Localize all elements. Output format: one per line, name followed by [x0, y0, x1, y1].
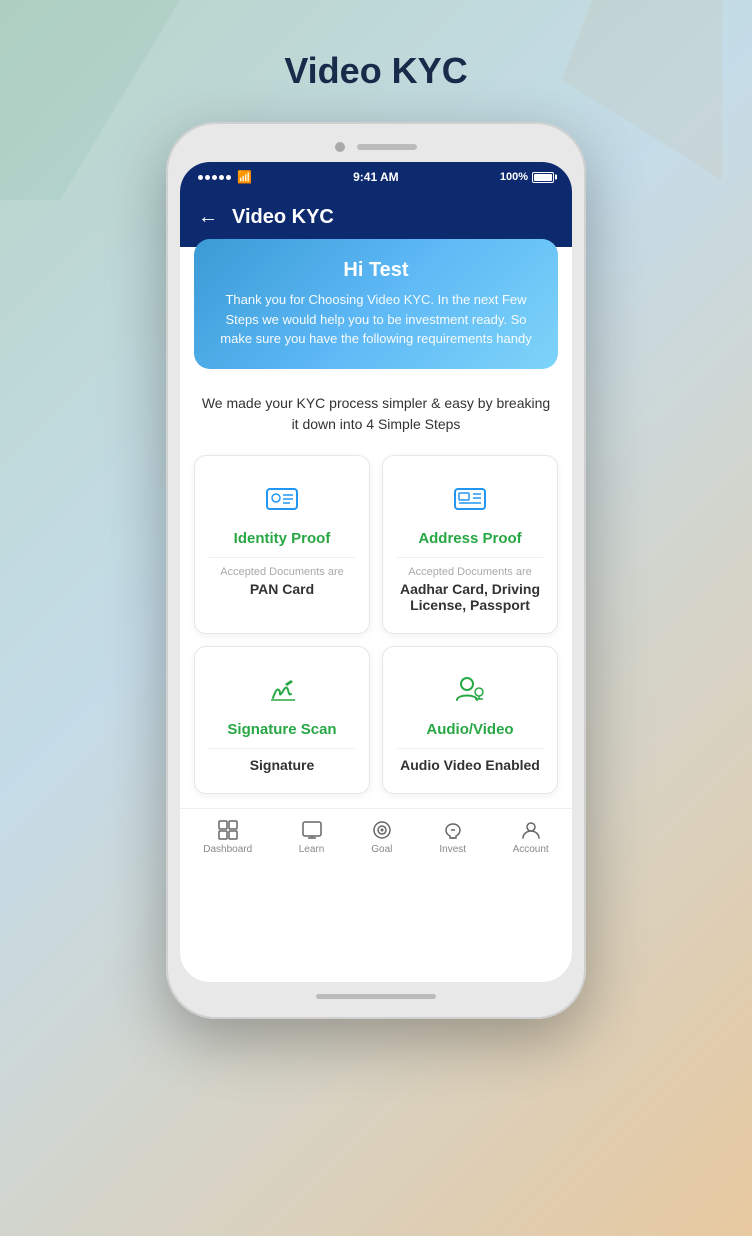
status-left: 📶	[198, 170, 252, 184]
phone-screen: 📶 9:41 AM 100% ← Video KYC Hi Test Thank…	[180, 162, 572, 982]
status-time: 9:41 AM	[353, 170, 399, 184]
audio-video-divider	[397, 748, 543, 749]
welcome-greeting: Hi Test	[212, 259, 540, 282]
info-text: We made your KYC process simpler & easy …	[180, 377, 572, 447]
audio-video-icon	[397, 667, 543, 711]
account-icon	[520, 819, 542, 841]
signature-scan-divider	[209, 748, 355, 749]
signature-scan-doc-value: Signature	[209, 757, 355, 773]
learn-label: Learn	[299, 844, 325, 855]
address-proof-title: Address Proof	[397, 530, 543, 547]
battery-percent: 100%	[500, 171, 528, 183]
phone-speaker	[357, 144, 417, 150]
app-header-title: Video KYC	[232, 206, 334, 229]
nav-item-learn[interactable]: Learn	[299, 819, 325, 855]
page-title: Video KYC	[284, 50, 467, 92]
phone-top-bar	[180, 142, 572, 152]
dashboard-label: Dashboard	[203, 844, 252, 855]
goal-icon	[371, 819, 393, 841]
phone-frame: 📶 9:41 AM 100% ← Video KYC Hi Test Thank…	[166, 122, 586, 1019]
signature-scan-icon	[209, 667, 355, 711]
nav-item-invest[interactable]: Invest	[439, 819, 466, 855]
address-proof-divider	[397, 557, 543, 558]
step-card-identity-proof[interactable]: Identity Proof Accepted Documents are PA…	[194, 455, 370, 634]
audio-video-doc-value: Audio Video Enabled	[397, 757, 543, 773]
invest-label: Invest	[439, 844, 466, 855]
battery-icon	[532, 172, 554, 183]
welcome-message: Thank you for Choosing Video KYC. In the…	[212, 290, 540, 349]
back-button[interactable]: ←	[198, 206, 218, 229]
phone-bottom	[180, 994, 572, 999]
address-proof-doc-value: Aadhar Card, Driving License, Passport	[397, 581, 543, 613]
signal-dot-2	[205, 175, 210, 180]
home-indicator	[316, 994, 436, 999]
signal-dot-1	[198, 175, 203, 180]
signal-dot-5	[226, 175, 231, 180]
signature-scan-title: Signature Scan	[209, 721, 355, 738]
identity-proof-divider	[209, 557, 355, 558]
step-card-audio-video[interactable]: Audio/Video Audio Video Enabled	[382, 646, 558, 794]
bottom-nav: Dashboard Learn Goal	[180, 808, 572, 869]
account-label: Account	[513, 844, 549, 855]
status-bar: 📶 9:41 AM 100%	[180, 162, 572, 192]
status-right: 100%	[500, 171, 554, 183]
address-proof-doc-label: Accepted Documents are	[397, 566, 543, 578]
signal-dot-3	[212, 175, 217, 180]
identity-proof-doc-label: Accepted Documents are	[209, 566, 355, 578]
dashboard-icon	[217, 819, 239, 841]
nav-item-goal[interactable]: Goal	[371, 819, 393, 855]
nav-item-dashboard[interactable]: Dashboard	[203, 819, 252, 855]
step-card-address-proof[interactable]: Address Proof Accepted Documents are Aad…	[382, 455, 558, 634]
learn-icon	[301, 819, 323, 841]
battery-fill	[534, 174, 552, 181]
audio-video-title: Audio/Video	[397, 721, 543, 738]
identity-proof-title: Identity Proof	[209, 530, 355, 547]
steps-grid: Identity Proof Accepted Documents are PA…	[180, 447, 572, 808]
address-proof-icon	[397, 476, 543, 520]
signal-dot-4	[219, 175, 224, 180]
signal-dots	[198, 175, 231, 180]
identity-proof-icon	[209, 476, 355, 520]
step-card-signature-scan[interactable]: Signature Scan Signature	[194, 646, 370, 794]
wifi-icon: 📶	[237, 170, 252, 184]
nav-item-account[interactable]: Account	[513, 819, 549, 855]
phone-camera	[335, 142, 345, 152]
welcome-card: Hi Test Thank you for Choosing Video KYC…	[194, 239, 558, 369]
identity-proof-doc-value: PAN Card	[209, 581, 355, 597]
invest-icon	[442, 819, 464, 841]
goal-label: Goal	[371, 844, 392, 855]
